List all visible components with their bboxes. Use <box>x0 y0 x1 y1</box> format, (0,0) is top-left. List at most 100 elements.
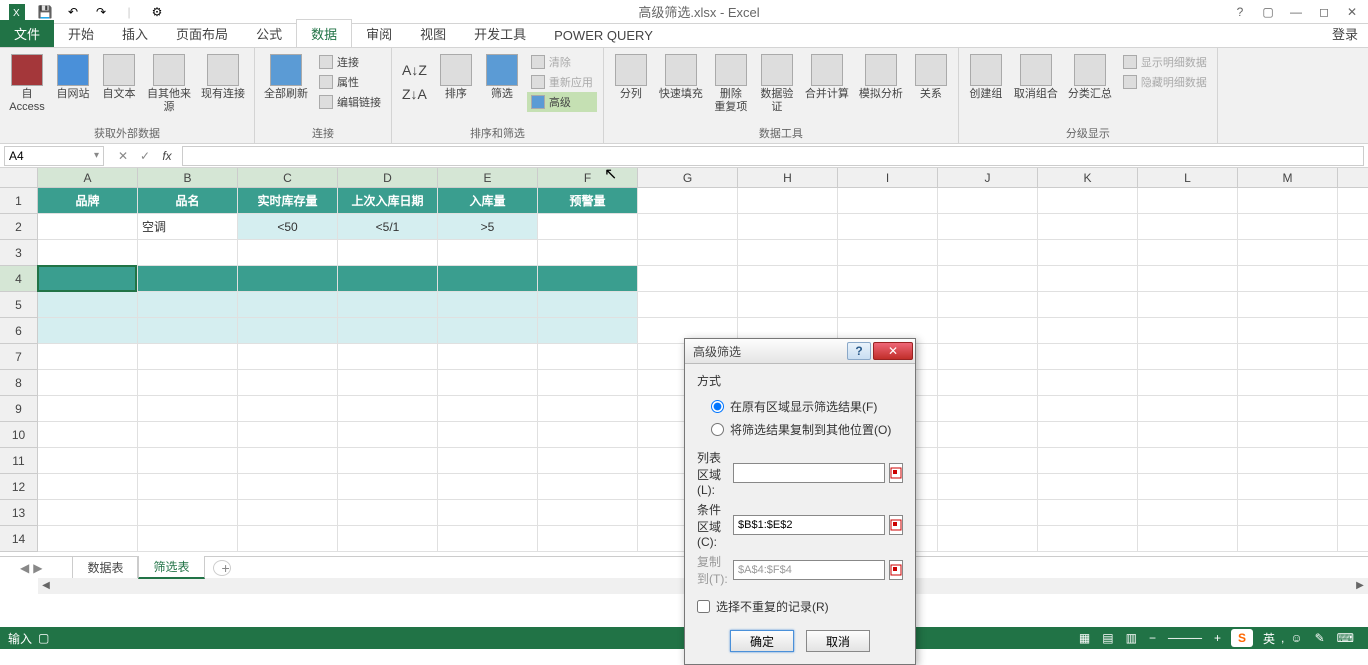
cell[interactable] <box>1138 292 1238 318</box>
sort-asc-button[interactable]: A↓Z <box>398 58 431 82</box>
tab-layout[interactable]: 页面布局 <box>162 20 242 47</box>
relations-button[interactable]: 关系 <box>910 50 952 101</box>
sort-desc-button[interactable]: Z↓A <box>398 82 431 106</box>
cell[interactable] <box>238 318 338 344</box>
cell[interactable] <box>338 370 438 396</box>
cell[interactable] <box>338 240 438 266</box>
cell[interactable] <box>1338 240 1368 266</box>
cell[interactable] <box>238 500 338 526</box>
cell[interactable] <box>438 266 538 292</box>
cell[interactable] <box>1338 344 1368 370</box>
row-header[interactable]: 14 <box>0 526 38 552</box>
cell[interactable] <box>1238 188 1338 214</box>
cell[interactable] <box>1338 292 1368 318</box>
column-header[interactable]: M <box>1238 168 1338 188</box>
close-icon[interactable]: ✕ <box>1340 2 1364 22</box>
maximize-icon[interactable]: ◻ <box>1312 2 1336 22</box>
cell[interactable] <box>338 500 438 526</box>
column-header[interactable]: B <box>138 168 238 188</box>
cell[interactable] <box>538 474 638 500</box>
cell[interactable] <box>138 526 238 552</box>
subtotal-button[interactable]: 分类汇总 <box>1065 50 1115 101</box>
cell[interactable] <box>438 240 538 266</box>
sheet-tab-filter[interactable]: 筛选表 <box>138 556 204 579</box>
flash-fill-button[interactable]: 快速填充 <box>656 50 706 101</box>
tab-nav-left-icon[interactable]: ◀ <box>20 561 29 575</box>
macro-record-icon[interactable]: ▢ <box>32 631 55 645</box>
clear-filter-button[interactable]: 清除 <box>527 52 597 72</box>
radio-filter-in-place[interactable] <box>711 400 724 413</box>
minimize-icon[interactable]: — <box>1284 2 1308 22</box>
cell[interactable] <box>1138 422 1238 448</box>
row-header[interactable]: 6 <box>0 318 38 344</box>
cell[interactable] <box>538 240 638 266</box>
ime-tool-icon[interactable]: ✎ <box>1309 631 1331 645</box>
cell[interactable] <box>138 396 238 422</box>
copy-to-picker-button[interactable] <box>889 560 903 580</box>
cell[interactable] <box>1038 318 1138 344</box>
sort-button[interactable]: 排序 <box>435 50 477 101</box>
cell[interactable]: 实时库存量 <box>238 188 338 214</box>
tab-file[interactable]: 文件 <box>0 20 54 47</box>
cell[interactable]: 品牌 <box>38 188 138 214</box>
remove-dup-button[interactable]: 删除 重复项 <box>710 50 752 114</box>
cell[interactable] <box>638 292 738 318</box>
cell[interactable] <box>38 396 138 422</box>
cell[interactable] <box>838 214 938 240</box>
column-header[interactable]: I <box>838 168 938 188</box>
cell[interactable] <box>638 214 738 240</box>
cell[interactable] <box>238 240 338 266</box>
row-header[interactable]: 9 <box>0 396 38 422</box>
cell[interactable]: 预警量 <box>538 188 638 214</box>
cell[interactable]: 入库量 <box>438 188 538 214</box>
cell[interactable] <box>238 370 338 396</box>
cell[interactable] <box>1338 214 1368 240</box>
cell[interactable] <box>238 266 338 292</box>
from-access-button[interactable]: 自 Access <box>6 50 48 114</box>
cell[interactable] <box>938 448 1038 474</box>
row-header[interactable]: 13 <box>0 500 38 526</box>
advanced-filter-button[interactable]: 高级 <box>527 92 597 112</box>
ime-emoji-icon[interactable]: ☺ <box>1284 631 1308 645</box>
row-header[interactable]: 12 <box>0 474 38 500</box>
cell[interactable] <box>438 448 538 474</box>
cell[interactable] <box>38 240 138 266</box>
column-header[interactable]: N <box>1338 168 1368 188</box>
cell[interactable] <box>1038 292 1138 318</box>
cell[interactable] <box>1338 370 1368 396</box>
cell[interactable] <box>238 474 338 500</box>
cell[interactable] <box>1238 214 1338 240</box>
cell[interactable] <box>438 292 538 318</box>
cell[interactable] <box>1038 188 1138 214</box>
ime-keyboard-icon[interactable]: ⌨ <box>1331 631 1360 645</box>
zoom-slider[interactable]: ──── <box>1162 631 1208 645</box>
cell[interactable] <box>1138 526 1238 552</box>
cell[interactable] <box>1038 396 1138 422</box>
column-header[interactable]: L <box>1138 168 1238 188</box>
cell[interactable] <box>1338 396 1368 422</box>
cell[interactable] <box>1338 188 1368 214</box>
cell[interactable] <box>1138 474 1238 500</box>
from-web-button[interactable]: 自网站 <box>52 50 94 101</box>
cell[interactable] <box>238 344 338 370</box>
cell[interactable] <box>1238 448 1338 474</box>
cell[interactable] <box>238 422 338 448</box>
cell[interactable] <box>438 318 538 344</box>
cell[interactable] <box>438 526 538 552</box>
cell[interactable] <box>1338 526 1368 552</box>
list-range-picker-button[interactable] <box>889 463 903 483</box>
cell[interactable] <box>1238 292 1338 318</box>
cell[interactable] <box>1038 500 1138 526</box>
cell[interactable] <box>1138 500 1238 526</box>
cell[interactable] <box>1038 240 1138 266</box>
cell[interactable] <box>338 344 438 370</box>
cell[interactable] <box>538 318 638 344</box>
scroll-left-icon[interactable]: ◀ <box>38 580 54 591</box>
cell[interactable] <box>38 500 138 526</box>
cell[interactable] <box>438 474 538 500</box>
row-header[interactable]: 4 <box>0 266 38 292</box>
view-break-icon[interactable]: ▥ <box>1120 631 1143 645</box>
cell[interactable] <box>338 526 438 552</box>
cell[interactable] <box>538 448 638 474</box>
consolidate-button[interactable]: 合并计算 <box>802 50 852 101</box>
